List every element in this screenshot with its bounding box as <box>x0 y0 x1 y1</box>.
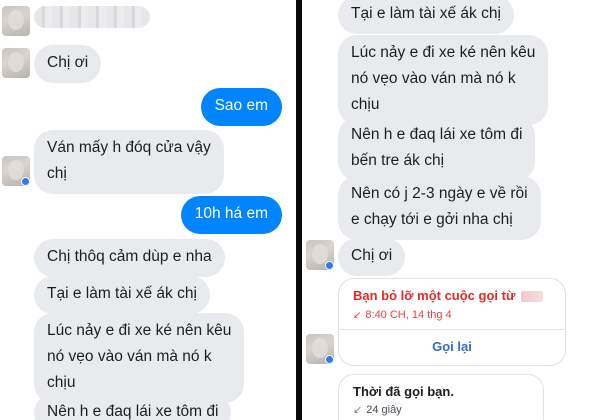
messenger-badge-icon <box>325 261 334 270</box>
message-bubble-incoming[interactable]: Chị ơi <box>338 238 406 276</box>
messenger-badge-icon <box>21 177 30 186</box>
right-chat-panel: Tại e làm tài xế ák chị Lúc nảy e đi xe … <box>302 0 600 420</box>
call-duration-card: Thời đã gọi bạn. ↙ 24 giây <box>338 374 544 420</box>
message-bubble-incoming[interactable]: Ván mấy h đóq cửa vậy chị <box>34 130 224 194</box>
contact-avatar[interactable] <box>2 48 30 78</box>
call-duration-value: ↙ 24 giây <box>353 404 402 416</box>
message-bubble-outgoing[interactable]: Sao em <box>200 88 282 126</box>
message-bubble-incoming[interactable]: Lúc nảy e đi xe ké nên kêu nó vẹo vào vá… <box>34 313 245 403</box>
missed-call-arrow-icon: ↙ <box>353 310 362 321</box>
call-duration-title: Thời đã gọi bạn. <box>353 384 454 399</box>
message-bubble-incoming[interactable]: Tại e làm tài xế ák chị <box>34 276 210 314</box>
messenger-badge-icon <box>325 355 334 364</box>
message-bubble-incoming[interactable]: Nên h e đaq lái xe tôm đi <box>34 394 232 420</box>
contact-avatar[interactable] <box>306 240 334 270</box>
blurred-caller-name <box>521 291 543 303</box>
message-bubble-incoming[interactable]: Lúc nảy e đi xe ké nên kêu nó vẹo vào vá… <box>338 35 549 125</box>
message-bubble-incoming[interactable]: Nên h e đaq lái xe tôm đi bến tre ák chị <box>338 117 536 181</box>
message-bubble-incoming[interactable]: Chị thôq cảm dùp e nha <box>34 239 225 277</box>
contact-avatar[interactable] <box>2 6 30 36</box>
missed-call-time: ↙ 8:40 CH, 14 thg 4 <box>353 309 452 321</box>
message-bubble-outgoing[interactable]: 10h há em <box>180 196 282 234</box>
call-card-divider <box>339 329 565 330</box>
call-back-button[interactable]: Gọi lại <box>339 339 565 354</box>
message-bubble-incoming[interactable]: Tại e làm tài xế ák chị <box>338 0 514 34</box>
contact-avatar[interactable] <box>306 334 334 364</box>
message-bubble-incoming[interactable]: Chị ơi <box>34 45 102 83</box>
outgoing-call-arrow-icon: ↙ <box>353 404 363 416</box>
missed-call-card: Bạn bỏ lỡ một cuộc gọi từ ↙ 8:40 CH, 14 t… <box>338 278 566 366</box>
left-chat-panel: Chị ơi Sao em Ván mấy h đóq cửa vậy chị … <box>0 0 296 420</box>
blurred-contact-name <box>34 6 150 28</box>
contact-avatar[interactable] <box>2 156 30 186</box>
missed-call-title: Bạn bỏ lỡ một cuộc gọi từ <box>353 288 543 303</box>
message-bubble-incoming[interactable]: Nên có j 2-3 ngày e về rồi e chạy tới e … <box>338 176 541 240</box>
